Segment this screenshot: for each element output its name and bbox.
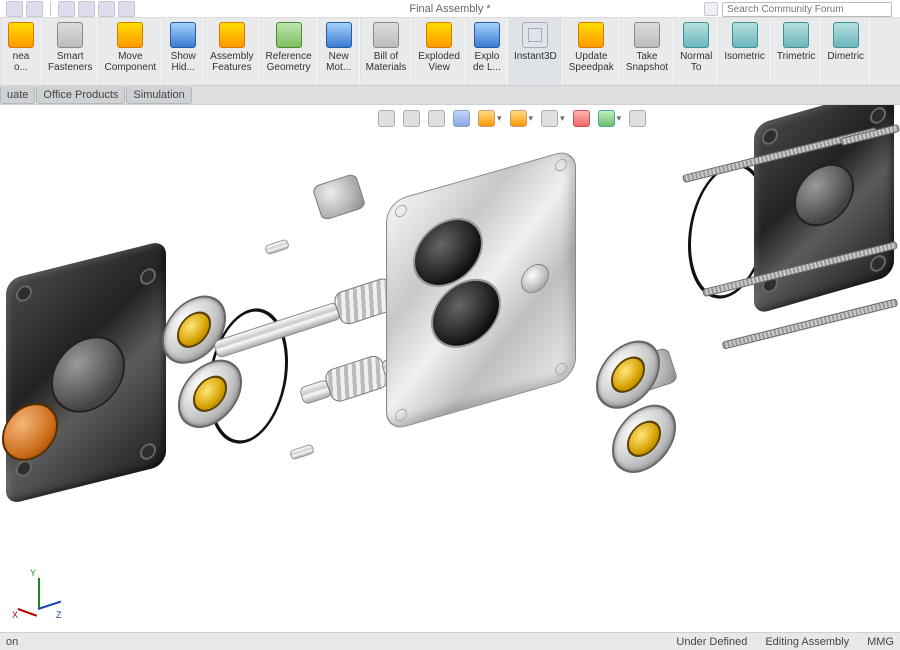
status-bar: on Under Defined Editing Assembly MMG bbox=[0, 632, 900, 650]
ribbon-instant3d-button[interactable]: Instant3D bbox=[508, 18, 563, 85]
ribbon-reference-geometry-button[interactable]: Reference Geometry bbox=[260, 18, 318, 85]
command-tabs: uate Office Products Simulation bbox=[0, 86, 900, 105]
search-icon[interactable] bbox=[704, 2, 718, 16]
bom-icon bbox=[373, 22, 399, 48]
status-constraint: Under Defined bbox=[676, 636, 747, 648]
expline-icon bbox=[474, 22, 500, 48]
ribbon-take-snapshot-button[interactable]: Take Snapshot bbox=[620, 18, 674, 85]
ribbon: nea o... Smart Fasteners Move Component … bbox=[0, 18, 900, 86]
pattern-icon bbox=[8, 22, 34, 48]
qat-print-icon[interactable] bbox=[78, 1, 95, 17]
document-title: Final Assembly * bbox=[409, 3, 490, 15]
ribbon-dimetric-button[interactable]: Dimetric bbox=[821, 18, 870, 85]
ref-geom-icon bbox=[276, 22, 302, 48]
ribbon-linear-pattern-button[interactable]: nea o... bbox=[0, 18, 42, 85]
tab-simulation[interactable]: Simulation bbox=[126, 87, 191, 104]
section-view-icon[interactable] bbox=[453, 110, 470, 127]
isometric-icon bbox=[732, 22, 758, 48]
triad-z-label: Z bbox=[56, 610, 62, 620]
part-front-plate bbox=[6, 240, 166, 505]
status-left: on bbox=[0, 636, 18, 648]
instant3d-icon bbox=[522, 22, 548, 48]
search-wrap bbox=[704, 0, 892, 18]
view-toolbar: ▾ ▾ ▾ ▾ bbox=[378, 108, 646, 128]
features-icon bbox=[219, 22, 245, 48]
triad-x-axis-icon bbox=[18, 608, 37, 617]
qat-separator bbox=[50, 2, 51, 16]
normalto-icon bbox=[683, 22, 709, 48]
chevron-down-icon[interactable]: ▾ bbox=[560, 113, 565, 124]
triad-x-label: X bbox=[12, 610, 18, 620]
trimetric-icon bbox=[783, 22, 809, 48]
exploded-icon bbox=[426, 22, 452, 48]
tab-office-products[interactable]: Office Products bbox=[36, 87, 125, 104]
status-units: MMG bbox=[867, 636, 894, 648]
ribbon-normal-to-button[interactable]: Normal To bbox=[674, 18, 718, 85]
zoom-fit-icon[interactable] bbox=[378, 110, 395, 127]
fastener-icon bbox=[57, 22, 83, 48]
search-input[interactable] bbox=[722, 2, 892, 17]
speedpak-icon bbox=[578, 22, 604, 48]
apply-scene-icon[interactable] bbox=[598, 110, 615, 127]
qat-new-icon[interactable] bbox=[6, 1, 23, 17]
part-plug-top bbox=[312, 173, 367, 221]
ribbon-isometric-button[interactable]: Isometric bbox=[718, 18, 771, 85]
title-bar: Final Assembly * bbox=[0, 0, 900, 18]
tab-evaluate[interactable]: uate bbox=[0, 87, 35, 104]
ribbon-bom-button[interactable]: Bill of Materials bbox=[360, 18, 413, 85]
prev-view-icon[interactable] bbox=[428, 110, 445, 127]
camera-icon bbox=[634, 22, 660, 48]
motion-icon bbox=[326, 22, 352, 48]
graphics-viewport[interactable]: Y X Z bbox=[0, 105, 900, 632]
edit-appearance-icon[interactable] bbox=[573, 110, 590, 127]
chevron-down-icon[interactable]: ▾ bbox=[497, 113, 502, 124]
qat-open-icon[interactable] bbox=[26, 1, 43, 17]
move-icon bbox=[117, 22, 143, 48]
quick-access-toolbar bbox=[0, 1, 135, 17]
part-bolt bbox=[722, 298, 899, 349]
ribbon-exploded-view-button[interactable]: Exploded View bbox=[412, 18, 466, 85]
zoom-area-icon[interactable] bbox=[403, 110, 420, 127]
ribbon-new-motion-button[interactable]: New Mot... bbox=[318, 18, 360, 85]
part-bushing-right bbox=[592, 318, 684, 501]
dimetric-icon bbox=[833, 22, 859, 48]
view-settings-icon[interactable] bbox=[629, 110, 646, 127]
hide-show-icon[interactable] bbox=[541, 110, 558, 127]
triad-z-axis-icon bbox=[38, 601, 61, 610]
orientation-triad[interactable]: Y X Z bbox=[12, 568, 72, 628]
qat-save-icon[interactable] bbox=[58, 1, 75, 17]
ribbon-explode-line-button[interactable]: Explo de L... bbox=[466, 18, 508, 85]
chevron-down-icon[interactable]: ▾ bbox=[529, 113, 534, 124]
exploded-model bbox=[0, 105, 900, 632]
ribbon-show-hidden-button[interactable]: Show Hid... bbox=[162, 18, 204, 85]
part-housing bbox=[386, 148, 576, 432]
view-orientation-icon[interactable] bbox=[478, 110, 495, 127]
ribbon-move-component-button[interactable]: Move Component bbox=[98, 18, 162, 85]
chevron-down-icon[interactable]: ▾ bbox=[617, 113, 622, 124]
qat-options-icon[interactable] bbox=[118, 1, 135, 17]
status-mode: Editing Assembly bbox=[765, 636, 849, 648]
ribbon-trimetric-button[interactable]: Trimetric bbox=[771, 18, 822, 85]
part-dowel-pin bbox=[264, 239, 290, 256]
qat-undo-icon[interactable] bbox=[98, 1, 115, 17]
display-style-icon[interactable] bbox=[510, 110, 527, 127]
part-dowel-pin bbox=[289, 444, 315, 461]
eye-icon bbox=[170, 22, 196, 48]
triad-y-label: Y bbox=[30, 568, 36, 578]
ribbon-assembly-features-button[interactable]: Assembly Features bbox=[204, 18, 259, 85]
ribbon-update-speedpak-button[interactable]: Update Speedpak bbox=[563, 18, 620, 85]
triad-y-axis-icon bbox=[38, 578, 40, 608]
ribbon-smart-fasteners-button[interactable]: Smart Fasteners bbox=[42, 18, 98, 85]
